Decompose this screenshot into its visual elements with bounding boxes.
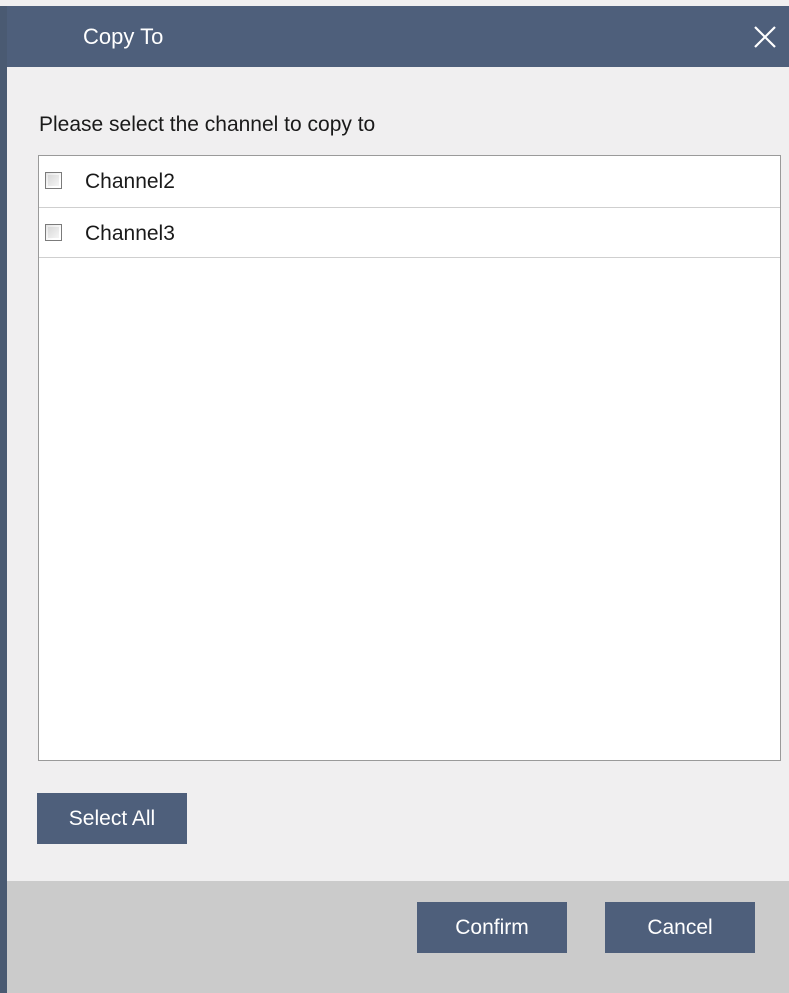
confirm-button[interactable]: Confirm	[417, 902, 567, 953]
channel-list[interactable]: Channel2 Channel3	[38, 155, 781, 761]
channel-label: Channel3	[85, 222, 175, 245]
title-bar: Copy To	[0, 0, 789, 67]
dialog-title: Copy To	[83, 24, 164, 49]
instruction-text: Please select the channel to copy to	[39, 113, 376, 136]
channel-checkbox[interactable]	[45, 172, 62, 189]
copy-to-dialog: Copy To Please select the channel to cop…	[0, 0, 789, 993]
list-item[interactable]: Channel2	[39, 156, 780, 208]
close-button[interactable]	[749, 18, 781, 54]
dialog-footer: Confirm Cancel	[7, 881, 789, 993]
cancel-button[interactable]: Cancel	[605, 902, 755, 953]
channel-label: Channel2	[85, 170, 175, 193]
select-all-button[interactable]: Select All	[37, 793, 187, 844]
channel-checkbox[interactable]	[45, 224, 62, 241]
close-icon	[754, 26, 776, 48]
list-item[interactable]: Channel3	[39, 208, 780, 258]
